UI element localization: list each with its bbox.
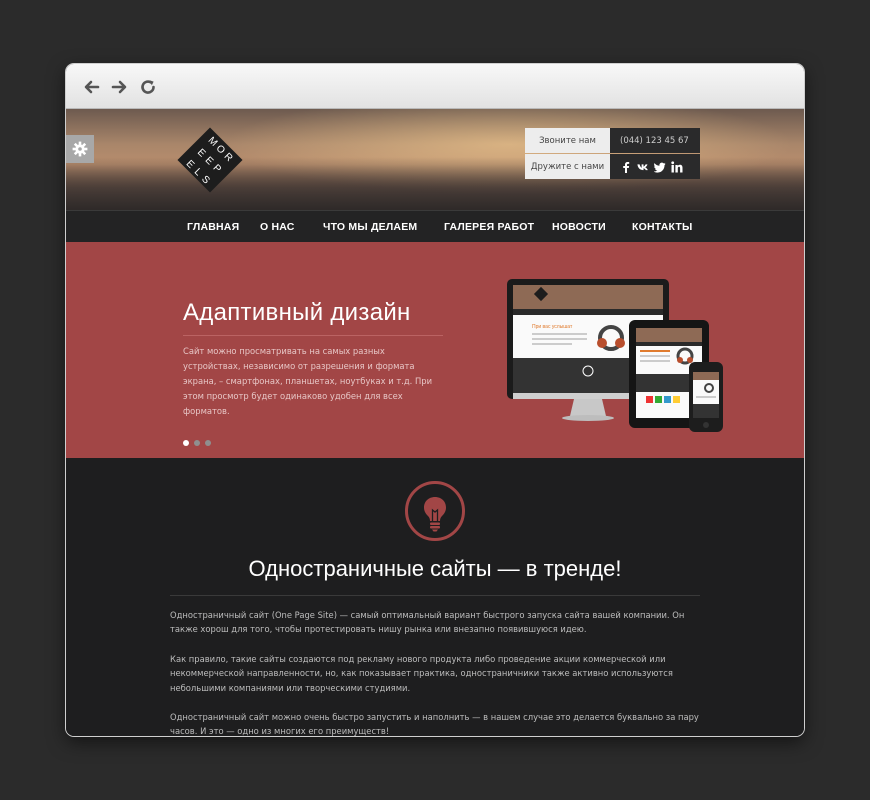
device-screen-text: При вас услышат [532,324,573,330]
arrow-left-icon [84,80,100,94]
gear-icon [72,141,88,157]
forward-button[interactable] [109,77,129,97]
slide-divider [183,335,443,336]
vk-icon[interactable] [637,161,649,173]
paragraph: Одностраничный сайт можно очень быстро з… [170,712,699,736]
menu-item-gallery[interactable]: ГАЛЕРЕЯ РАБОТ [444,211,534,243]
hero-slider: Адаптивный дизайн Сайт можно просматрива… [66,242,804,458]
call-label: Звоните нам [525,128,610,153]
slider-dots [183,440,211,446]
reload-button[interactable] [138,77,158,97]
back-button[interactable] [82,77,102,97]
content-section: Одностраничные сайты — в тренде! Одностр… [66,458,804,736]
responsive-devices-image: При вас услышат [506,278,728,438]
slide-title: Адаптивный дизайн [183,299,411,326]
menu-item-services[interactable]: ЧТО МЫ ДЕЛАЕМ [323,211,417,243]
slider-dot[interactable] [194,440,200,446]
paragraph: Как правило, такие сайты создаются под р… [170,654,673,693]
facebook-icon[interactable] [620,161,632,173]
main-menu: ГЛАВНАЯ О НАС ЧТО МЫ ДЕЛАЕМ ГАЛЕРЕЯ РАБО… [66,210,804,243]
browser-toolbar [66,64,804,109]
settings-button[interactable] [66,135,94,163]
social-links [610,154,700,179]
section-title: Одностраничные сайты — в тренде! [248,556,622,581]
slider-dot[interactable] [183,440,189,446]
twitter-icon[interactable] [654,161,666,173]
linkedin-icon[interactable] [671,160,683,173]
slider-dot[interactable] [205,440,211,446]
menu-item-news[interactable]: НОВОСТИ [552,211,606,243]
lightbulb-icon [404,480,466,542]
section-divider [170,595,700,596]
reload-icon [141,80,155,94]
slide-text: Сайт можно просматривать на самых разных… [183,346,433,416]
contact-box: Звоните нам (044) 123 45 67 Дружите с на… [525,128,700,179]
site-logo[interactable]: M O R E E P E L S [171,121,249,199]
phone-illustration [689,362,723,432]
arrow-right-icon [111,80,127,94]
paragraph: Одностраничный сайт (One Page Site) — са… [170,610,685,635]
site-header: M O R E E P E L S Звоните нам (044) 123 … [66,109,804,210]
menu-item-about[interactable]: О НАС [260,211,295,243]
social-row: Дружите с нами [525,154,700,179]
menu-item-home[interactable]: ГЛАВНАЯ [187,211,239,243]
menu-item-contacts[interactable]: КОНТАКТЫ [632,211,692,243]
phone-number[interactable]: (044) 123 45 67 [610,128,700,153]
phone-row: Звоните нам (044) 123 45 67 [525,128,700,153]
friends-label: Дружите с нами [525,154,610,179]
browser-window: M O R E E P E L S Звоните нам (044) 123 … [66,64,804,736]
